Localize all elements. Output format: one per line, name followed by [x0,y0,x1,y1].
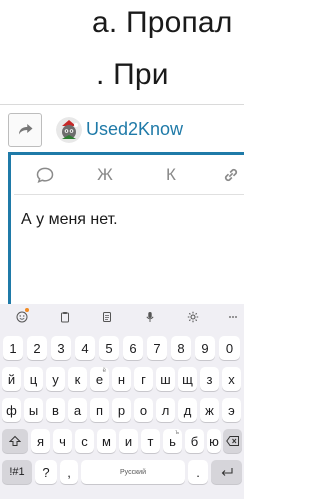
key-letter[interactable]: ы [24,398,43,422]
key-letter[interactable]: ф [2,398,21,422]
shift-button[interactable] [2,429,28,453]
composer-toolbar: Ж К [14,155,244,195]
key-letter[interactable]: д [178,398,197,422]
key-number[interactable]: 2 [27,336,47,360]
reply-arrow-icon [19,124,33,135]
key-letter[interactable]: ю [207,429,221,453]
key-number[interactable]: 6 [123,336,143,360]
article-text-area: а. Пропал . При [0,0,244,104]
key-letter[interactable]: б [185,429,204,453]
key-letter[interactable]: ь ъ [163,429,182,453]
question-key[interactable]: ? [35,460,57,484]
key-letter[interactable]: х [222,367,241,391]
reply-username[interactable]: Used2Know [86,119,183,140]
key-letter[interactable]: у [46,367,65,391]
screen: а. Пропал . При Used2Know Ж К А у меня н… [0,0,244,499]
key-number[interactable]: 3 [51,336,71,360]
quote-button[interactable] [32,163,58,187]
key-letter[interactable]: я [31,429,50,453]
backspace-button[interactable] [223,429,242,453]
link-icon [224,168,238,182]
bold-button[interactable]: Ж [94,163,116,187]
key-letter[interactable]: э [222,398,241,422]
period-key[interactable]: . [188,460,208,484]
key-hint: ё [102,368,106,374]
reply-arrow-button[interactable] [8,113,42,147]
key-letter[interactable]: ч [53,429,72,453]
article-line-2: . При [96,58,169,91]
key-number[interactable]: 5 [99,336,119,360]
key-letter[interactable]: щ [178,367,197,391]
article-line-1: а. Пропал [92,6,233,39]
notes-icon[interactable] [100,310,114,324]
key-hint: ъ [175,430,179,436]
key-letter[interactable]: е ё [90,367,109,391]
key-letter[interactable]: н [112,367,131,391]
microphone-icon[interactable] [143,310,157,324]
key-letter[interactable]: ж [200,398,219,422]
key-number[interactable]: 7 [147,336,167,360]
composer-text[interactable]: А у меня нет. [21,211,118,229]
speech-bubble-icon [36,167,54,183]
key-number[interactable]: 8 [171,336,191,360]
keyboard-toolbar [0,304,244,328]
key-letter[interactable]: м [97,429,116,453]
key-number[interactable]: 0 [219,336,240,360]
more-options-icon[interactable] [226,310,240,324]
key-letter[interactable]: в [46,398,65,422]
enter-icon [221,468,233,476]
key-letter[interactable]: ц [24,367,43,391]
composer[interactable]: Ж К А у меня нет. [8,152,244,304]
key-letter[interactable]: р [112,398,131,422]
backspace-icon [225,436,239,446]
comma-key[interactable]: , [60,460,78,484]
settings-gear-icon[interactable] [186,310,200,324]
key-letter[interactable]: т [141,429,160,453]
key-letter[interactable]: ш [156,367,175,391]
key-letter[interactable]: л [156,398,175,422]
key-number[interactable]: 1 [3,336,23,360]
key-letter[interactable]: з [200,367,219,391]
key-letter[interactable]: и [119,429,138,453]
clipboard-icon[interactable] [58,310,72,324]
key-letter[interactable]: п [90,398,109,422]
shift-arrow-icon [9,435,21,446]
enter-button[interactable] [211,460,242,484]
symbols-button[interactable]: !#1 [2,460,32,484]
key-letter[interactable]: й [2,367,21,391]
reply-header: Used2Know [0,105,244,155]
key-letter[interactable]: с [75,429,94,453]
space-bar[interactable]: Русский [81,460,185,484]
key-letter[interactable]: г [134,367,153,391]
key-letter[interactable]: к [68,367,87,391]
italic-button[interactable]: К [160,163,182,187]
emoji-icon[interactable] [15,310,29,324]
keyboard: 1 2 3 4 5 6 7 8 9 0 й ц у к е ё н г ш щ … [0,304,244,499]
key-number[interactable]: 9 [195,336,215,360]
avatar[interactable] [56,117,82,143]
link-button[interactable] [218,163,244,187]
key-letter[interactable]: а [68,398,87,422]
key-letter[interactable]: о [134,398,153,422]
key-number[interactable]: 4 [75,336,95,360]
